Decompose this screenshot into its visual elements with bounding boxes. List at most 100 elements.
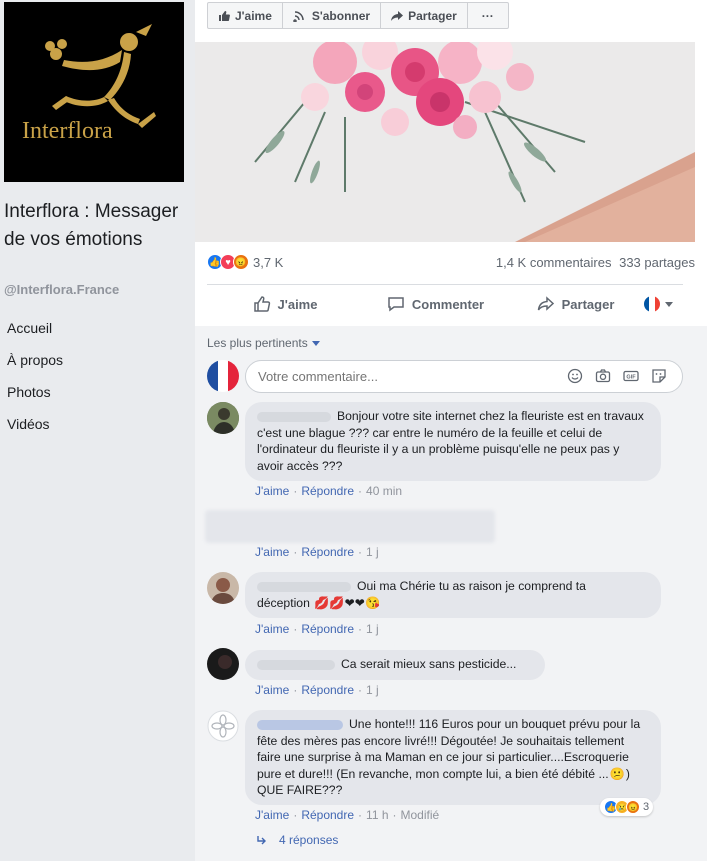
subscribe-button[interactable]: S'abonner [283, 3, 382, 28]
chevron-down-icon [665, 301, 673, 307]
commenter-name[interactable] [257, 719, 343, 730]
comment-like-link[interactable]: J'aime [255, 808, 289, 822]
comment-bubble-icon [388, 297, 404, 312]
comment-bubble: Ca serait mieux sans pesticide... [245, 650, 545, 680]
share-label: Partager [561, 296, 615, 312]
divider [207, 284, 683, 285]
like-label: J'aime [277, 296, 318, 312]
camera-icon[interactable] [595, 368, 611, 384]
comment-bubble: Une honte!!! 116 Euros pour un bouquet p… [245, 710, 661, 805]
commenter-avatar[interactable] [207, 648, 239, 680]
chevron-down-icon [311, 340, 320, 346]
comment-button[interactable]: Commenter [363, 288, 508, 320]
comments-count[interactable]: 1,4 K commentaires [496, 255, 612, 270]
more-icon: ··· [481, 8, 494, 23]
thumbs-up-icon [219, 10, 230, 21]
person-photo-icon [207, 648, 239, 680]
svg-text:GIF: GIF [626, 375, 636, 381]
france-flag-icon [644, 296, 660, 312]
comment-reply-link[interactable]: Répondre [301, 622, 354, 636]
commenter-avatar[interactable] [207, 402, 239, 434]
comment-like-link[interactable]: J'aime [255, 545, 289, 559]
comment-input-tools: GIF [567, 368, 667, 384]
comment-meta: J'aime · Répondre · 1 j [255, 683, 379, 697]
comment-time[interactable]: 1 j [366, 683, 379, 697]
post-stats: 👍 ♥ 😠 3,7 K 1,4 K commentaires 333 parta… [207, 254, 695, 274]
comment-text: Oui ma Chérie tu as raison je comprend t… [357, 579, 586, 593]
comment-reactions[interactable]: 👍 😢 😠 3 [600, 798, 654, 816]
language-selector[interactable] [644, 296, 673, 312]
comment-time[interactable]: 1 j [366, 545, 379, 559]
sidebar-item-photos[interactable]: Photos [0, 378, 193, 410]
flower-avatar-icon [207, 710, 239, 742]
comment-like-link[interactable]: J'aime [255, 622, 289, 636]
redacted-comment [205, 510, 495, 543]
person-photo-icon [207, 402, 239, 434]
bouquet-image [195, 42, 695, 242]
commenter-avatar[interactable] [207, 710, 239, 742]
comment-sort-dropdown[interactable]: Les plus pertinents [207, 336, 320, 350]
angry-reaction-icon: 😠 [626, 800, 640, 814]
current-user-avatar[interactable] [207, 360, 239, 392]
comment-time[interactable]: 1 j [366, 622, 379, 636]
page-share-label: Partager [408, 8, 457, 23]
comment-meta: J'aime · Répondre · 1 j [255, 545, 379, 559]
post-actions: J'aime Commenter Partager [207, 288, 683, 320]
commenter-avatar[interactable] [207, 572, 239, 604]
more-button[interactable]: ··· [468, 3, 508, 28]
disappointed-emoji: 😕 [609, 766, 625, 781]
shares-count[interactable]: 333 partages [619, 255, 695, 270]
page-title[interactable]: Interflora : Messager de vos émotions [4, 198, 190, 254]
commenter-name[interactable] [257, 581, 351, 592]
comment-meta: J'aime · Répondre · 11 h · Modifié [255, 808, 440, 822]
sidebar-item-accueil[interactable]: Accueil [0, 314, 193, 346]
comment-label: Commenter [411, 296, 485, 312]
emoji-icon[interactable] [567, 368, 583, 384]
logo-wordmark: Interflora [22, 118, 113, 144]
person-photo-icon [207, 572, 239, 604]
sidebar-item-a-propos[interactable]: À propos [0, 346, 193, 378]
page-actions: J'aime S'abonner Partager ··· [207, 2, 509, 29]
comment-reaction-count: 3 [643, 801, 650, 813]
comment-like-link[interactable]: J'aime [255, 484, 289, 498]
mercury-figure-icon [45, 24, 156, 128]
comment-text: Ca serait mieux sans pesticide... [341, 657, 517, 671]
share-button[interactable]: Partager [508, 288, 643, 320]
reaction-count: 3,7 K [253, 254, 284, 270]
share-arrow-outline-icon [537, 296, 554, 311]
comment-reply-link[interactable]: Répondre [301, 683, 354, 697]
emoji-kiss-hearts: 💋💋❤❤😘 [314, 595, 381, 610]
comment-reply-link[interactable]: Répondre [301, 808, 354, 822]
sticker-icon[interactable] [651, 368, 667, 384]
commenter-name[interactable] [257, 411, 331, 422]
page-share-button[interactable]: Partager [381, 3, 468, 28]
like-button[interactable]: J'aime [207, 288, 363, 320]
comment-like-link[interactable]: J'aime [255, 683, 289, 697]
sidebar-item-videos[interactable]: Vidéos [0, 410, 193, 442]
comment-text: déception [257, 595, 310, 610]
comment-reply-link[interactable]: Répondre [301, 545, 354, 559]
comment-meta: J'aime · Répondre · 1 j [255, 622, 379, 636]
replies-count: 4 réponses [279, 833, 339, 847]
comment-time[interactable]: 40 min [366, 484, 402, 498]
comments-section: Les plus pertinents GIF Bonjour votre si… [195, 326, 707, 861]
gif-icon[interactable]: GIF [623, 368, 639, 384]
subscribe-label: S'abonner [311, 8, 371, 23]
comment-time[interactable]: 11 h [366, 808, 388, 822]
rss-icon [293, 10, 304, 22]
post-photo[interactable] [195, 42, 695, 242]
post-card: J'aime S'abonner Partager ··· 👍 ♥ 😠 3,7 … [195, 0, 707, 861]
edited-label[interactable]: Modifié [401, 808, 440, 822]
page-handle[interactable]: @Interflora.France [4, 282, 119, 297]
engagement-counts: 1,4 K commentaires 333 partages [492, 255, 695, 270]
page-action-bar: J'aime S'abonner Partager ··· [195, 0, 707, 42]
view-replies-link[interactable]: 4 réponses [257, 833, 338, 847]
commenter-name[interactable] [257, 659, 335, 670]
page-like-button[interactable]: J'aime [208, 3, 283, 28]
reaction-summary[interactable]: 👍 ♥ 😠 3,7 K [207, 254, 283, 270]
interflora-logo[interactable]: Interflora [4, 2, 184, 182]
page-sidebar: Interflora Interflora : Messager de vos … [0, 0, 193, 861]
page-like-label: J'aime [235, 8, 272, 23]
reply-arrow-icon [257, 836, 266, 845]
comment-reply-link[interactable]: Répondre [301, 484, 354, 498]
